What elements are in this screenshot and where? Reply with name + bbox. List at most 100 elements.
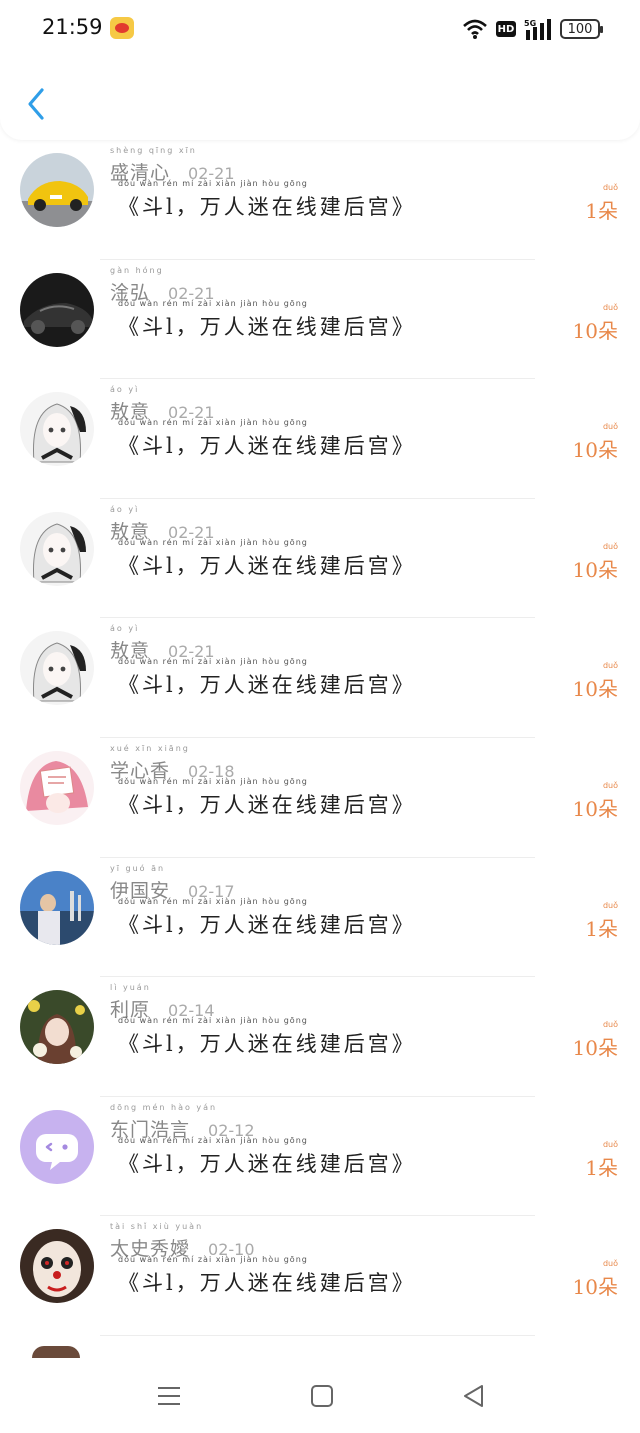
back-triangle-icon[interactable]: [460, 1382, 488, 1410]
title-pinyin: dǒu wàn rén mí zài xiàn jiàn hòu gōng: [118, 1135, 308, 1145]
gift-record-list: shèng qīng xīn 盛清心 02-21 dǒu wàn rén mí …: [0, 140, 640, 1336]
title-pinyin: dǒu wàn rén mí zài xiàn jiàn hòu gōng: [118, 1255, 308, 1265]
wifi-icon: [463, 19, 487, 39]
menu-icon[interactable]: [155, 1382, 183, 1410]
list-item[interactable]: xué xīn xiāng 学心香 02-18 dǒu wàn rén mí z…: [0, 738, 640, 858]
book-title: dǒu wàn rén mí zài xiàn jiàn hòu gōng 《斗…: [118, 1255, 416, 1297]
avatar[interactable]: [20, 990, 94, 1065]
count-pinyin: duǒ: [602, 422, 618, 432]
divider: [100, 1334, 535, 1336]
book-title: dǒu wàn rén mí zài xiàn jiàn hòu gōng 《斗…: [118, 179, 416, 221]
name-pinyin: gàn hóng: [110, 265, 164, 275]
name-pinyin: xué xīn xiāng: [110, 743, 190, 753]
battery-indicator: 100: [560, 19, 603, 39]
count-pinyin: duǒ: [602, 900, 618, 910]
count-text: 10朵: [572, 1275, 618, 1300]
count-text: 1朵: [585, 916, 618, 941]
avatar[interactable]: [20, 511, 94, 586]
list-item[interactable]: yī guó ān 伊国安 02-17 dǒu wàn rén mí zài x…: [0, 858, 640, 978]
list-item[interactable]: áo yì 敖意 02-21 dǒu wàn rén mí zài xiàn j…: [0, 618, 640, 738]
flower-count: duǒ 10朵: [572, 781, 618, 822]
list-item[interactable]: gàn hóng 淦弘 02-21 dǒu wàn rén mí zài xià…: [0, 260, 640, 380]
flower-count: duǒ 1朵: [585, 1140, 618, 1181]
back-button[interactable]: [20, 85, 52, 123]
title-pinyin: dǒu wàn rén mí zài xiàn jiàn hòu gōng: [118, 298, 308, 308]
name-pinyin: shèng qīng xīn: [110, 146, 197, 155]
status-indicators: HD 5G 100: [462, 16, 603, 42]
title-text: 《斗l，万人迷在线建后宫》: [118, 792, 416, 817]
book-title: dǒu wàn rén mí zài xiàn jiàn hòu gōng 《斗…: [118, 418, 416, 460]
flower-count: duǒ 1朵: [585, 901, 618, 942]
count-pinyin: duǒ: [602, 1020, 618, 1030]
avatar[interactable]: [20, 153, 94, 227]
avatar[interactable]: [20, 1229, 94, 1304]
book-title: dǒu wàn rén mí zài xiàn jiàn hòu gōng 《斗…: [118, 897, 416, 939]
avatar[interactable]: [20, 870, 94, 945]
list-item[interactable]: tài shǐ xiù yuàn 太史秀嬡 02-10 dǒu wàn rén …: [0, 1216, 640, 1336]
avatar: [32, 1346, 80, 1358]
name-pinyin: yī guó ān: [110, 863, 166, 873]
flower-count: duǒ 1朵: [585, 183, 618, 224]
book-title: dǒu wàn rén mí zài xiàn jiàn hòu gōng 《斗…: [118, 299, 416, 341]
book-title: dǒu wàn rén mí zài xiàn jiàn hòu gōng 《斗…: [118, 777, 416, 819]
title-pinyin: dǒu wàn rén mí zài xiàn jiàn hòu gōng: [118, 896, 308, 906]
count-text: 10朵: [572, 796, 618, 821]
name-pinyin: lì yuán: [110, 983, 151, 993]
count-pinyin: duǒ: [602, 183, 618, 192]
flower-count: duǒ 10朵: [572, 1020, 618, 1061]
hd-icon: HD: [496, 21, 516, 37]
name-pinyin: dōng mén hào yán: [110, 1102, 218, 1112]
name-pinyin: áo yì: [110, 385, 140, 395]
list-item[interactable]: dōng mén hào yán 东门浩言 02-12 dǒu wàn rén …: [0, 1097, 640, 1217]
count-text: 1朵: [585, 1155, 618, 1180]
title-pinyin: dǒu wàn rén mí zài xiàn jiàn hòu gōng: [118, 657, 308, 667]
list-item[interactable]: lì yuán 利原 02-14 dǒu wàn rén mí zài xiàn…: [0, 977, 640, 1097]
title-text: 《斗l，万人迷在线建后宫》: [118, 314, 416, 339]
list-item[interactable]: áo yì 敖意 02-21 dǒu wàn rén mí zài xiàn j…: [0, 499, 640, 619]
title-text: 《斗l，万人迷在线建后宫》: [118, 1271, 416, 1296]
book-title: dǒu wàn rén mí zài xiàn jiàn hòu gōng 《斗…: [118, 657, 416, 699]
status-time: 21:59: [42, 15, 103, 39]
count-text: 1朵: [585, 199, 618, 223]
name-pinyin: tài shǐ xiù yuàn: [110, 1222, 204, 1232]
book-title: dǒu wàn rén mí zài xiàn jiàn hòu gōng 《斗…: [118, 1016, 416, 1058]
avatar[interactable]: [20, 272, 94, 347]
name-pinyin: áo yì: [110, 504, 140, 514]
network-label: 5G: [524, 19, 536, 28]
flower-count: duǒ 10朵: [572, 661, 618, 702]
count-pinyin: duǒ: [602, 661, 618, 671]
count-text: 10朵: [572, 557, 618, 582]
count-pinyin: duǒ: [602, 780, 618, 790]
flower-count: duǒ 10朵: [572, 303, 618, 344]
count-text: 10朵: [572, 677, 618, 702]
count-text: 10朵: [572, 438, 618, 463]
list-item[interactable]: áo yì 敖意 02-21 dǒu wàn rén mí zài xiàn j…: [0, 379, 640, 499]
signal-icon: 5G: [524, 19, 551, 40]
avatar[interactable]: [20, 392, 94, 467]
chevron-left-icon: [28, 88, 44, 120]
title-pinyin: dǒu wàn rén mí zài xiàn jiàn hòu gōng: [118, 179, 308, 188]
title-pinyin: dǒu wàn rén mí zài xiàn jiàn hòu gōng: [118, 776, 308, 786]
title-text: 《斗l，万人迷在线建后宫》: [118, 434, 416, 459]
count-pinyin: duǒ: [602, 541, 618, 551]
list-item[interactable]: shèng qīng xīn 盛清心 02-21 dǒu wàn rén mí …: [0, 140, 640, 260]
avatar[interactable]: [20, 1109, 94, 1184]
flower-count: duǒ 10朵: [572, 422, 618, 463]
count-pinyin: duǒ: [602, 1139, 618, 1149]
title-text: 《斗l，万人迷在线建后宫》: [118, 1032, 416, 1057]
weibo-notification-icon: [110, 17, 134, 39]
book-title: dǒu wàn rén mí zài xiàn jiàn hòu gōng 《斗…: [118, 1136, 416, 1178]
home-square-icon[interactable]: [308, 1382, 336, 1410]
title-text: 《斗l，万人迷在线建后宫》: [118, 1151, 416, 1176]
avatar[interactable]: [20, 631, 94, 706]
avatar[interactable]: [20, 750, 94, 825]
count-pinyin: duǒ: [602, 302, 618, 312]
count-text: 10朵: [572, 1036, 618, 1061]
title-pinyin: dǒu wàn rén mí zài xiàn jiàn hòu gōng: [118, 537, 308, 547]
system-navigation-bar: [0, 1358, 640, 1433]
count-text: 10朵: [572, 318, 618, 343]
title-pinyin: dǒu wàn rén mí zài xiàn jiàn hòu gōng: [118, 418, 308, 428]
title-pinyin: dǒu wàn rén mí zài xiàn jiàn hòu gōng: [118, 1016, 308, 1026]
title-text: 《斗l，万人迷在线建后宫》: [118, 195, 416, 219]
flower-count: duǒ 10朵: [572, 1259, 618, 1300]
